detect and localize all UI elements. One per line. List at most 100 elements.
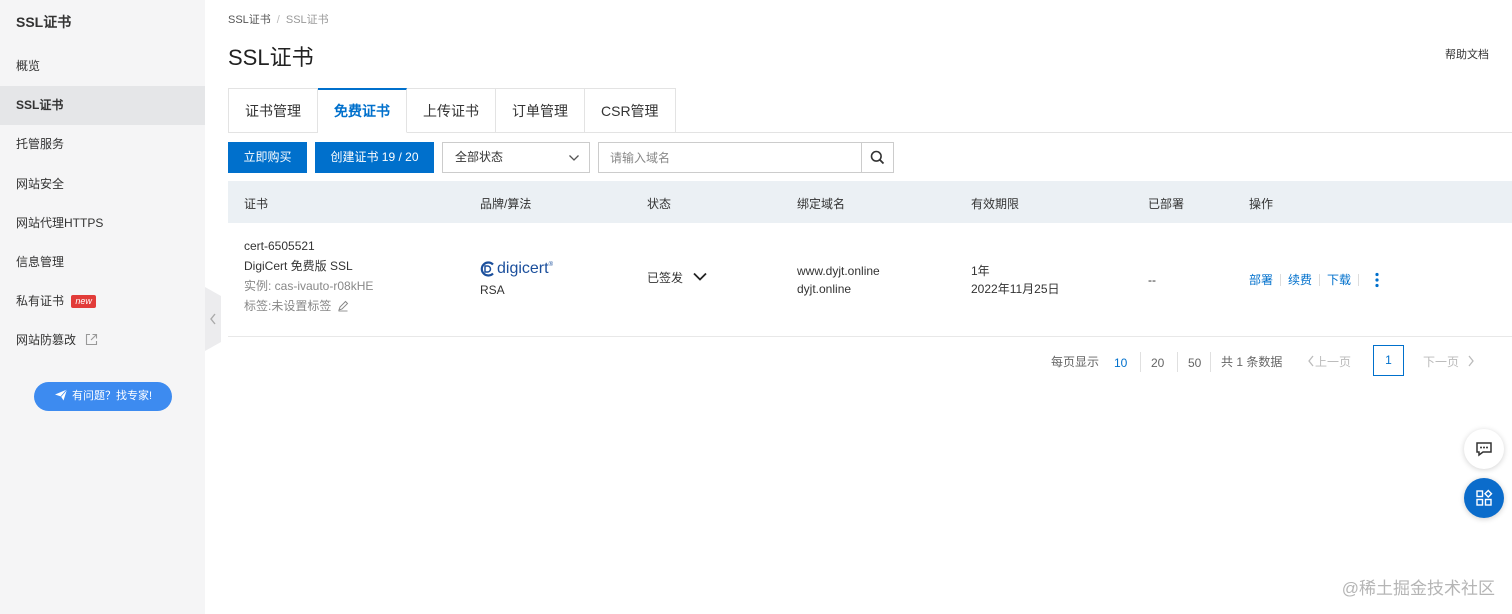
next-page-button[interactable]: 下一页	[1423, 353, 1475, 370]
chat-icon	[1476, 442, 1492, 457]
domain-cell: www.dyjt.online dyjt.online	[797, 262, 880, 298]
sidebar-item-website-security[interactable]: 网站安全	[0, 165, 205, 204]
apps-icon	[1476, 489, 1493, 506]
sidebar-item-managed-service[interactable]: 托管服务	[0, 125, 205, 164]
status-select[interactable]: 全部状态	[442, 142, 590, 173]
expiry-date: 2022年11月25日	[971, 282, 1060, 296]
total-count: 共 1 条数据	[1221, 355, 1283, 369]
cert-cell: cert-6505521 DigiCert 免费版 SSL 实例: cas-iv…	[244, 236, 373, 316]
search-button[interactable]	[861, 142, 894, 173]
buy-now-button[interactable]: 立即购买	[228, 142, 307, 173]
page-size-option[interactable]: 50	[1188, 356, 1201, 370]
sidebar-item-private-cert[interactable]: 私有证书 new	[0, 282, 205, 321]
chevron-left-icon	[1308, 355, 1314, 367]
help-docs-link[interactable]: 帮助文档	[1445, 46, 1489, 62]
tab-cert-management[interactable]: 证书管理	[228, 88, 318, 133]
column-header: 已部署	[1148, 197, 1185, 211]
sidebar-item-info-management[interactable]: 信息管理	[0, 243, 205, 282]
tab-upload-cert[interactable]: 上传证书	[407, 88, 496, 133]
digicert-logo: digicert ®	[480, 258, 553, 280]
edit-icon[interactable]	[337, 300, 349, 312]
sidebar-collapse-handle[interactable]	[205, 287, 221, 351]
sidebar-item-label: 私有证书	[16, 294, 65, 308]
registered-mark: ®	[548, 262, 553, 268]
cert-tag: 标签:未设置标签	[244, 296, 373, 316]
column-header: 有效期限	[971, 197, 1020, 211]
sidebar-item-ssl-cert[interactable]: SSL证书	[0, 86, 205, 125]
tab-csr-management[interactable]: CSR管理	[585, 88, 676, 133]
apps-button[interactable]	[1464, 478, 1504, 518]
column-header: 证书	[244, 197, 269, 211]
domain: dyjt.online	[797, 282, 852, 296]
column-header: 操作	[1249, 197, 1274, 211]
table-row: cert-6505521 DigiCert 免费版 SSL 实例: cas-iv…	[228, 223, 1512, 337]
sidebar-item-tamper-protection[interactable]: 网站防篡改	[0, 321, 205, 360]
prev-page-label: 上一页	[1315, 355, 1352, 369]
sidebar-title: SSL证书	[16, 14, 72, 30]
sidebar-item-label: 网站代理HTTPS	[16, 216, 104, 230]
page-title: SSL证书	[228, 45, 314, 70]
renew-link[interactable]: 续费	[1288, 273, 1312, 287]
sidebar-item-label: 托管服务	[16, 137, 65, 151]
cert-tag-label: 标签:未设置标签	[244, 299, 332, 313]
algorithm: RSA	[480, 283, 505, 297]
validity-period: 1年	[971, 264, 990, 278]
tab-free-cert[interactable]: 免费证书	[318, 88, 407, 133]
sidebar-item-overview[interactable]: 概览	[0, 47, 205, 86]
column-header: 绑定域名	[797, 197, 846, 211]
new-badge: new	[71, 295, 96, 308]
cert-id[interactable]: cert-6505521	[244, 236, 373, 256]
sidebar-item-label: SSL证书	[16, 98, 64, 112]
chevron-down-icon	[569, 155, 579, 161]
domain: www.dyjt.online	[797, 264, 880, 278]
sidebar-item-label: 网站防篡改	[16, 333, 77, 347]
chevron-left-icon	[210, 313, 216, 325]
action-separator	[1358, 274, 1360, 286]
external-link-icon	[85, 323, 98, 362]
paper-plane-icon	[54, 389, 68, 401]
deploy-link[interactable]: 部署	[1249, 273, 1273, 287]
tab-bar: 证书管理 免费证书 上传证书 订单管理 CSR管理	[228, 88, 676, 133]
deployed-cell: --	[1148, 273, 1156, 287]
tab-order-management[interactable]: 订单管理	[496, 88, 585, 133]
breadcrumb-item[interactable]: SSL证书	[228, 14, 271, 26]
watermark: @稀土掘金技术社区	[1341, 579, 1495, 598]
action-separator	[1319, 274, 1321, 286]
download-link[interactable]: 下载	[1327, 273, 1351, 287]
prev-page-button[interactable]: 上一页	[1307, 353, 1351, 370]
tab-divider	[662, 132, 1512, 133]
page-size-option[interactable]: 10	[1114, 356, 1127, 370]
search-icon	[870, 150, 885, 165]
status-cell[interactable]: 已签发	[647, 268, 708, 288]
create-cert-button[interactable]: 创建证书 19 / 20	[315, 142, 434, 173]
next-page-label: 下一页	[1423, 355, 1460, 369]
per-page-label: 每页显示	[1051, 355, 1100, 369]
brand-cell: digicert ® RSA	[480, 258, 553, 300]
sidebar-item-label: 概览	[16, 59, 41, 73]
page-size-divider	[1140, 352, 1141, 372]
status-select-value: 全部状态	[455, 150, 504, 164]
breadcrumb-current: SSL证书	[285, 14, 329, 26]
table-header: 证书 品牌/算法 状态 绑定域名 有效期限 已部署 操作	[228, 181, 1512, 223]
page-size-divider	[1210, 352, 1211, 372]
actions-cell: 部署 续费 下载	[1249, 270, 1381, 290]
more-vertical-icon[interactable]	[1373, 272, 1381, 288]
domain-search-input[interactable]	[598, 142, 862, 173]
page-size-option[interactable]: 20	[1151, 356, 1164, 370]
cert-name: DigiCert 免费版 SSL	[244, 259, 353, 273]
status-text: 已签发	[647, 271, 684, 285]
digicert-mark-icon	[480, 261, 494, 277]
chevron-right-icon	[1468, 355, 1474, 367]
validity-cell: 1年 2022年11月25日	[971, 262, 1060, 298]
sidebar-item-label: 信息管理	[16, 255, 65, 269]
page-size-divider	[1177, 352, 1178, 372]
page-number-current[interactable]: 1	[1373, 345, 1404, 376]
sidebar-item-https-proxy[interactable]: 网站代理HTTPS	[0, 204, 205, 243]
chat-button[interactable]	[1464, 429, 1504, 469]
breadcrumb: SSL证书 / SSL证书	[228, 11, 329, 27]
sidebar: SSL证书 概览 SSL证书 托管服务 网站安全 网站代理HTTPS 信息管理 …	[0, 0, 205, 614]
cert-instance: 实例: cas-ivauto-r08kHE	[244, 279, 374, 293]
ask-expert-button[interactable]: 有问题？找专家!	[34, 382, 172, 411]
breadcrumb-separator: /	[276, 14, 280, 26]
ask-expert-label: 有问题？找专家!	[71, 390, 153, 402]
